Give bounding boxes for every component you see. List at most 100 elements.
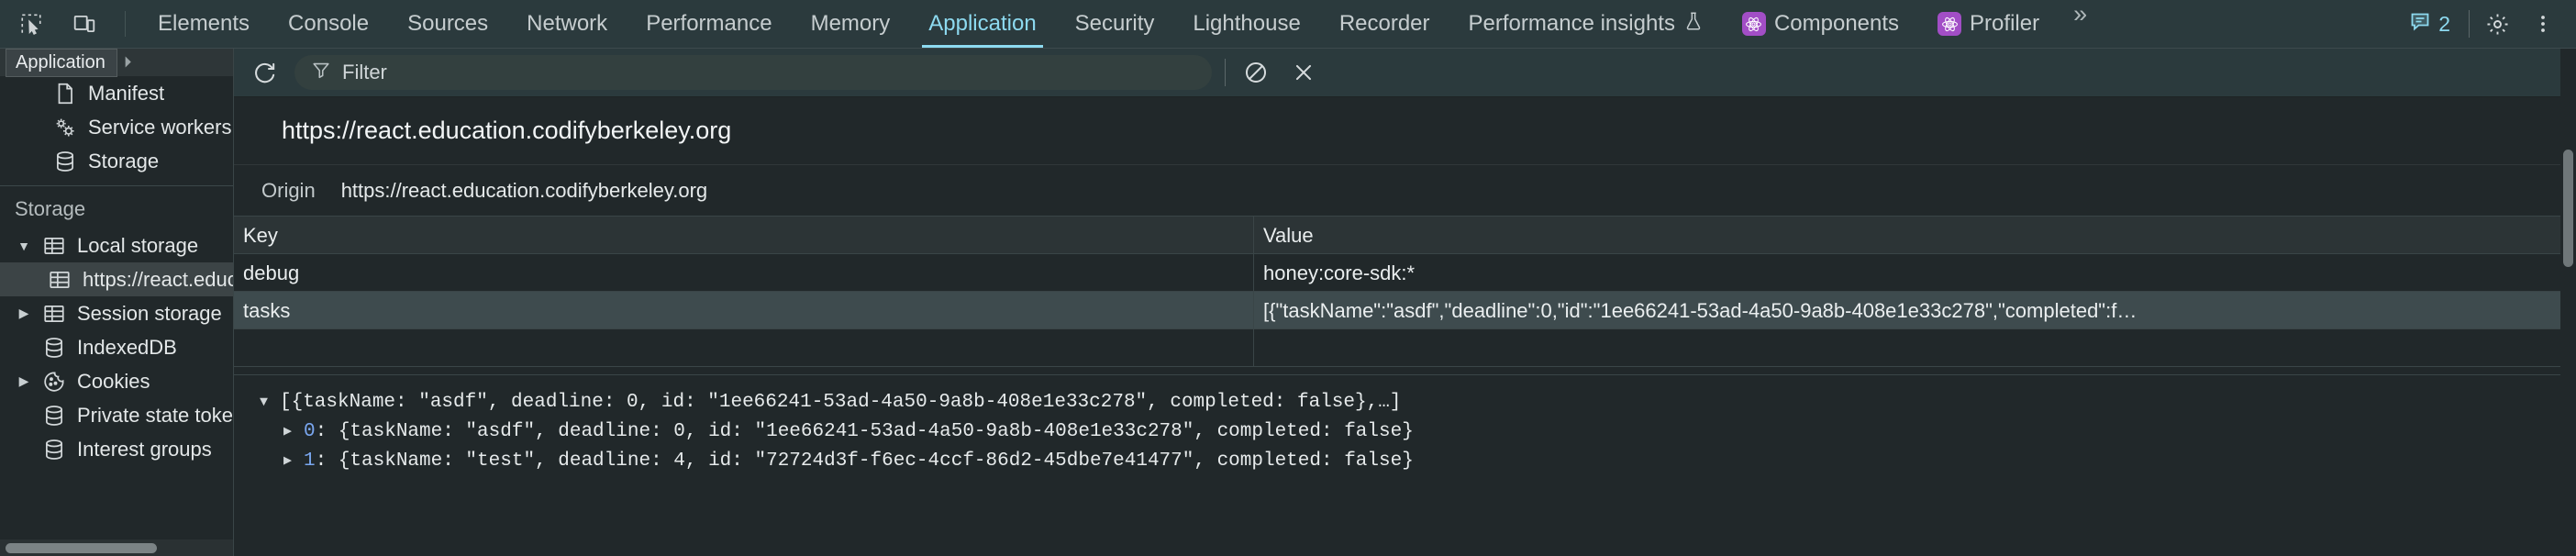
tab-memory[interactable]: Memory: [792, 0, 910, 48]
disclosure-expanded-icon[interactable]: ▼: [260, 388, 280, 417]
local-storage-data-grid: Key Value debug honey:core-sdk:* tasks […: [234, 217, 2576, 367]
origin-url-title: https://react.education.codifyberkeley.o…: [234, 97, 2576, 165]
column-header-value[interactable]: Value: [1254, 217, 2576, 254]
toolbar-divider: [1225, 59, 1226, 86]
disclosure-spacer: ▶: [28, 119, 42, 135]
sidebar-item-label: Session storage: [77, 302, 222, 326]
table-icon: [42, 302, 66, 326]
preview-splitter[interactable]: [234, 367, 2576, 375]
gear-icon[interactable]: [2479, 6, 2515, 42]
tab-sources[interactable]: Sources: [388, 0, 507, 48]
disclosure-expanded-icon[interactable]: ▼: [17, 239, 31, 253]
tab-label: Memory: [811, 11, 891, 37]
tab-recorder[interactable]: Recorder: [1320, 0, 1449, 48]
tab-elements[interactable]: Elements: [139, 0, 269, 48]
preview-child-line[interactable]: ▶ 1 : {taskName: "test", deadline: 4, id…: [260, 447, 2576, 476]
disclosure-spacer: ▶: [17, 441, 31, 457]
tab-security[interactable]: Security: [1056, 0, 1174, 48]
panel-title: Application: [6, 49, 117, 77]
disclosure-spacer: ▶: [17, 339, 31, 355]
delete-selected-icon[interactable]: [1286, 55, 1321, 90]
cell-key-empty[interactable]: [234, 329, 1254, 367]
storage-database-icon: [53, 150, 77, 173]
table-row[interactable]: debug honey:core-sdk:*: [234, 254, 2576, 292]
main-vertical-scrollbar[interactable]: [2560, 49, 2576, 556]
cell-value[interactable]: [{"taskName":"asdf","deadline":0,"id":"1…: [1254, 292, 2576, 329]
application-sidebar: Application ⏵ ▶ Manifest ▶: [0, 49, 234, 556]
column-header-key[interactable]: Key: [234, 217, 1254, 254]
sidebar-item-label: Interest groups: [77, 438, 212, 461]
data-grid-header: Key Value: [234, 217, 2576, 254]
preview-child-text: : {taskName: "asdf", deadline: 0, id: "1…: [316, 417, 1414, 447]
issues-message-icon: [2409, 10, 2431, 38]
sidebar-item-interest-groups[interactable]: ▶ Interest groups: [0, 432, 233, 466]
toolbar-right-icons: 2: [2400, 0, 2576, 48]
sidebar-item-indexeddb[interactable]: ▶ IndexedDB: [0, 330, 233, 364]
sidebar-item-local-storage[interactable]: ▼ Local storage: [0, 228, 233, 262]
tab-label: Sources: [407, 11, 488, 37]
disclosure-collapsed-icon[interactable]: ▶: [283, 447, 304, 476]
tabs-overflow-icon[interactable]: »: [2059, 0, 2099, 48]
issues-button[interactable]: 2: [2400, 10, 2459, 38]
more-options-icon[interactable]: [2525, 6, 2561, 42]
sidebar-item-private-state-tokens[interactable]: ▶ Private state tokens: [0, 398, 233, 432]
preview-child-line[interactable]: ▶ 0 : {taskName: "asdf", deadline: 0, id…: [260, 417, 2576, 447]
storage-toolbar: Filter: [234, 49, 2576, 97]
sidebar-item-manifest[interactable]: ▶ Manifest: [0, 76, 233, 110]
tab-label: Performance insights: [1469, 11, 1675, 37]
disclosure-collapsed-icon[interactable]: ▶: [17, 373, 31, 389]
disclosure-spacer: ▶: [28, 153, 42, 169]
device-toolbar-icon[interactable]: [66, 6, 103, 42]
cell-key[interactable]: tasks: [234, 292, 1254, 329]
disclosure-spacer: ▶: [17, 407, 31, 423]
inspect-element-icon[interactable]: [13, 6, 50, 42]
storage-main-panel: Filter https://react.education.codifyber…: [234, 49, 2576, 556]
tab-components[interactable]: Components: [1723, 0, 1918, 48]
tab-performance[interactable]: Performance: [627, 0, 791, 48]
tab-label: Lighthouse: [1193, 11, 1300, 37]
preview-root-line[interactable]: ▼ [{taskName: "asdf", deadline: 0, id: "…: [260, 388, 2576, 417]
filter-input[interactable]: Filter: [294, 55, 1212, 90]
react-icon: [1742, 12, 1766, 36]
cell-value-empty[interactable]: [1254, 329, 2576, 367]
disclosure-spacer: ▶: [28, 85, 42, 101]
table-row[interactable]: tasks [{"taskName":"asdf","deadline":0,"…: [234, 292, 2576, 329]
scrollbar-thumb[interactable]: [6, 543, 157, 553]
table-icon: [48, 268, 72, 292]
clear-all-icon[interactable]: [1238, 55, 1273, 90]
tab-profiler[interactable]: Profiler: [1918, 0, 2059, 48]
tab-lighthouse[interactable]: Lighthouse: [1173, 0, 1319, 48]
panel-title-caret-icon[interactable]: ⏵: [124, 53, 132, 72]
sidebar-item-service-workers[interactable]: ▶ Service workers: [0, 110, 233, 144]
origin-label: Origin: [261, 179, 316, 203]
refresh-icon[interactable]: [247, 55, 282, 90]
sidebar-horizontal-scrollbar[interactable]: [0, 539, 233, 556]
storage-database-icon: [42, 336, 66, 360]
disclosure-collapsed-icon[interactable]: ▶: [283, 417, 304, 447]
filter-placeholder: Filter: [342, 61, 387, 84]
tab-console[interactable]: Console: [269, 0, 388, 48]
table-row-empty[interactable]: [234, 329, 2576, 367]
scrollbar-thumb[interactable]: [2563, 150, 2573, 267]
tab-network[interactable]: Network: [507, 0, 627, 48]
sidebar-item-label: Cookies: [77, 370, 150, 394]
preview-child-index: 1: [304, 447, 316, 476]
tab-performance-insights[interactable]: Performance insights: [1449, 0, 1723, 48]
tab-label: Elements: [158, 11, 250, 37]
tab-label: Security: [1075, 11, 1155, 37]
sidebar-item-session-storage[interactable]: ▶ Session storage: [0, 296, 233, 330]
origin-row: Origin https://react.education.codifyber…: [234, 165, 2576, 217]
sidebar-item-storage[interactable]: ▶ Storage: [0, 144, 233, 178]
react-icon: [1938, 12, 1961, 36]
disclosure-collapsed-icon[interactable]: ▶: [17, 306, 31, 321]
tab-application[interactable]: Application: [909, 0, 1055, 48]
preview-child-text: : {taskName: "test", deadline: 4, id: "7…: [316, 447, 1414, 476]
sidebar-item-local-storage-origin[interactable]: https://react.education.codi: [0, 262, 233, 296]
sidebar-item-label: Local storage: [77, 234, 198, 258]
cell-key[interactable]: debug: [234, 254, 1254, 292]
cell-value[interactable]: honey:core-sdk:*: [1254, 254, 2576, 292]
table-icon: [42, 234, 66, 258]
issues-count: 2: [2438, 12, 2450, 37]
sidebar-item-cookies[interactable]: ▶ Cookies: [0, 364, 233, 398]
tab-label: Components: [1774, 11, 1899, 37]
